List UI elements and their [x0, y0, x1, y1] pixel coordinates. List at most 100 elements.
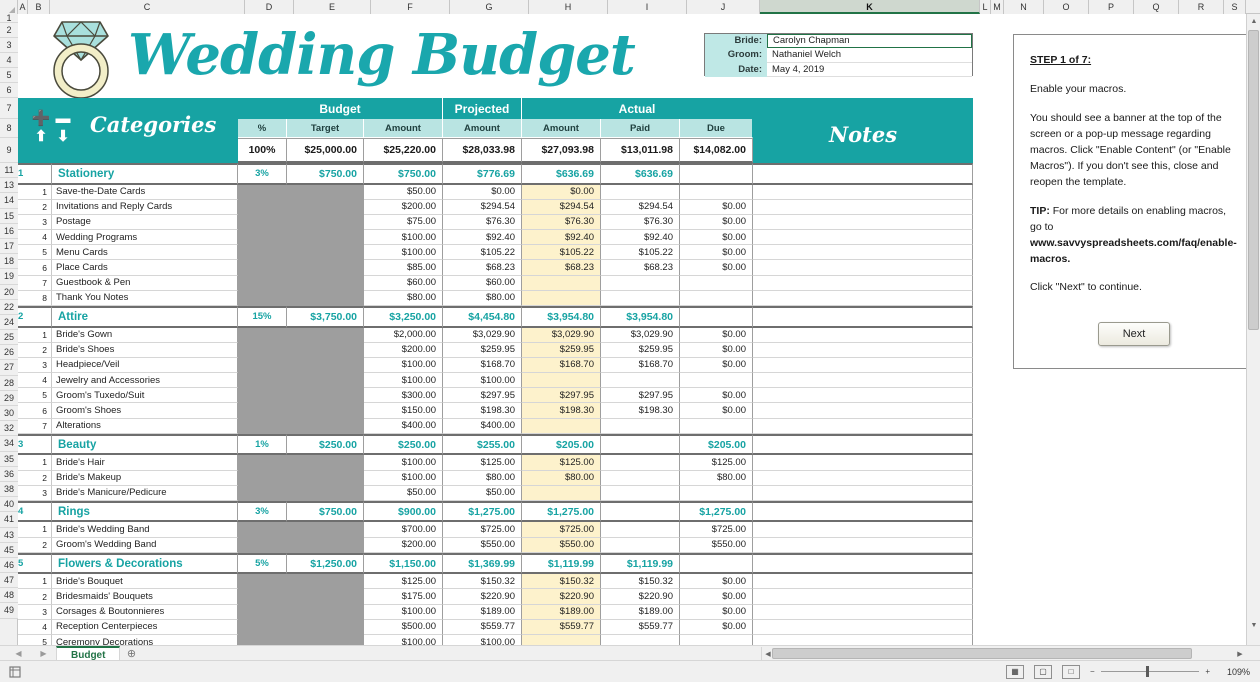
item-name[interactable]: Bride's Wedding Band	[52, 522, 238, 538]
item-actual-amount[interactable]	[522, 485, 601, 501]
row-header-47[interactable]: 47	[0, 573, 18, 589]
row-header-14[interactable]: 14	[0, 193, 18, 209]
item-notes[interactable]	[753, 455, 973, 471]
item-row[interactable]: 5 Menu Cards $100.00 $105.22 $105.22 $105.22 $…	[18, 245, 973, 261]
move-up-icon[interactable]: ⬆	[30, 129, 52, 145]
item-budget-amount[interactable]: $100.00	[364, 470, 443, 486]
item-projected-amount[interactable]: $80.00	[443, 470, 522, 486]
item-projected-amount[interactable]: $76.30	[443, 214, 522, 231]
category-target[interactable]: $1,250.00	[287, 552, 364, 575]
item-projected-amount[interactable]: $168.70	[443, 357, 522, 374]
item-name[interactable]: Guestbook & Pen	[52, 275, 238, 291]
item-name[interactable]: Bride's Manicure/Pedicure	[52, 485, 238, 501]
item-actual-amount[interactable]: $220.90	[522, 589, 601, 605]
item-notes[interactable]	[753, 260, 973, 276]
item-row[interactable]: 2 Bride's Shoes $200.00 $259.95 $259.95 $259.…	[18, 342, 973, 358]
item-projected-amount[interactable]: $297.95	[443, 388, 522, 404]
item-paid[interactable]: $559.77	[601, 619, 680, 635]
item-paid[interactable]	[601, 537, 680, 553]
scroll-right-arrow[interactable]: ▶	[1234, 647, 1246, 660]
item-notes[interactable]	[753, 522, 973, 538]
row-header-4[interactable]: 4	[0, 53, 18, 68]
item-budget-amount[interactable]: $150.00	[364, 403, 443, 419]
column-header-o[interactable]: O	[1044, 0, 1089, 14]
item-row[interactable]: 8 Thank You Notes $80.00 $80.00	[18, 290, 973, 306]
item-name[interactable]: Jewelry and Accessories	[52, 373, 238, 389]
move-down-icon[interactable]: ⬇	[52, 129, 74, 145]
horizontal-scroll-thumb[interactable]	[772, 648, 1192, 659]
category-row[interactable]: 3 Beauty 1% $250.00 $250.00 $255.00 $205.00 $20…	[18, 433, 973, 456]
zoom-track[interactable]	[1100, 666, 1200, 677]
column-header-h[interactable]: H	[529, 0, 608, 14]
category-notes[interactable]	[753, 500, 973, 523]
item-actual-amount[interactable]: $725.00	[522, 522, 601, 538]
column-header-b[interactable]: B	[28, 0, 50, 14]
item-notes[interactable]	[753, 214, 973, 231]
category-row[interactable]: 2 Attire 15% $3,750.00 $3,250.00 $4,454.80 $3,…	[18, 306, 973, 328]
item-budget-amount[interactable]: $200.00	[364, 199, 443, 215]
item-budget-amount[interactable]: $200.00	[364, 342, 443, 358]
vertical-scrollbar[interactable]: ▲ ▼	[1246, 14, 1260, 646]
item-row[interactable]: 1 Save-the-Date Cards $50.00 $0.00 $0.00	[18, 184, 973, 200]
item-projected-amount[interactable]: $259.95	[443, 342, 522, 358]
item-actual-amount[interactable]: $559.77	[522, 619, 601, 635]
item-projected-amount[interactable]: $725.00	[443, 522, 522, 538]
item-paid[interactable]	[601, 275, 680, 291]
item-budget-amount[interactable]: $100.00	[364, 373, 443, 389]
item-actual-amount[interactable]: $168.70	[522, 357, 601, 374]
item-row[interactable]: 1 Bride's Gown $2,000.00 $3,029.90 $3,029.90…	[18, 327, 973, 343]
item-name[interactable]: Invitations and Reply Cards	[52, 199, 238, 215]
column-header-l[interactable]: L	[980, 0, 991, 14]
row-header-16[interactable]: 16	[0, 223, 18, 239]
item-projected-amount[interactable]: $150.32	[443, 574, 522, 590]
add-sheet-icon[interactable]: ⊕	[120, 647, 142, 660]
item-actual-amount[interactable]: $125.00	[522, 455, 601, 471]
page-break-icon[interactable]: □	[1062, 664, 1080, 679]
item-paid[interactable]	[601, 290, 680, 306]
item-paid[interactable]: $294.54	[601, 199, 680, 215]
item-actual-amount[interactable]: $76.30	[522, 214, 601, 231]
item-projected-amount[interactable]: $550.00	[443, 537, 522, 553]
column-header-k[interactable]: K	[760, 0, 980, 14]
item-paid[interactable]	[601, 522, 680, 538]
item-paid[interactable]: $220.90	[601, 589, 680, 605]
item-paid[interactable]	[601, 418, 680, 434]
item-projected-amount[interactable]: $60.00	[443, 275, 522, 291]
item-budget-amount[interactable]: $100.00	[364, 455, 443, 471]
item-budget-amount[interactable]: $100.00	[364, 245, 443, 261]
row-header-45[interactable]: 45	[0, 542, 18, 558]
item-notes[interactable]	[753, 373, 973, 389]
item-name[interactable]: Corsages & Boutonnieres	[52, 604, 238, 620]
item-notes[interactable]	[753, 619, 973, 635]
item-budget-amount[interactable]: $2,000.00	[364, 327, 443, 343]
item-name[interactable]: Wedding Programs	[52, 230, 238, 246]
item-name[interactable]: Groom's Shoes	[52, 403, 238, 419]
column-header-m[interactable]: M	[991, 0, 1004, 14]
horizontal-scrollbar[interactable]: ◀ ▶	[761, 647, 1246, 660]
row-header-30[interactable]: 30	[0, 406, 18, 422]
item-paid[interactable]: $92.40	[601, 230, 680, 246]
next-button[interactable]: Next	[1098, 322, 1170, 346]
column-header-d[interactable]: D	[245, 0, 294, 14]
category-target[interactable]: $250.00	[287, 433, 364, 456]
item-projected-amount[interactable]: $125.00	[443, 455, 522, 471]
item-name[interactable]: Save-the-Date Cards	[52, 184, 238, 200]
row-header-5[interactable]: 5	[0, 68, 18, 83]
row-header-28[interactable]: 28	[0, 375, 18, 391]
category-target[interactable]: $3,750.00	[287, 306, 364, 328]
item-notes[interactable]	[753, 537, 973, 553]
item-row[interactable]: 6 Groom's Shoes $150.00 $198.30 $198.30 $198.…	[18, 403, 973, 419]
item-paid[interactable]	[601, 373, 680, 389]
item-projected-amount[interactable]: $559.77	[443, 619, 522, 635]
item-row[interactable]: 1 Bride's Wedding Band $700.00 $725.00 $725.…	[18, 522, 973, 538]
item-budget-amount[interactable]: $50.00	[364, 184, 443, 200]
row-header-11[interactable]: 11	[0, 163, 18, 179]
item-notes[interactable]	[753, 342, 973, 358]
row-header-25[interactable]: 25	[0, 330, 18, 346]
category-target[interactable]: $750.00	[287, 163, 364, 185]
select-all-corner[interactable]	[0, 0, 18, 14]
macro-record-icon[interactable]	[8, 665, 26, 679]
item-paid[interactable]: $3,029.90	[601, 327, 680, 343]
item-budget-amount[interactable]: $700.00	[364, 522, 443, 538]
category-row[interactable]: 5 Flowers & Decorations 5% $1,250.00 $1,150.…	[18, 552, 973, 575]
